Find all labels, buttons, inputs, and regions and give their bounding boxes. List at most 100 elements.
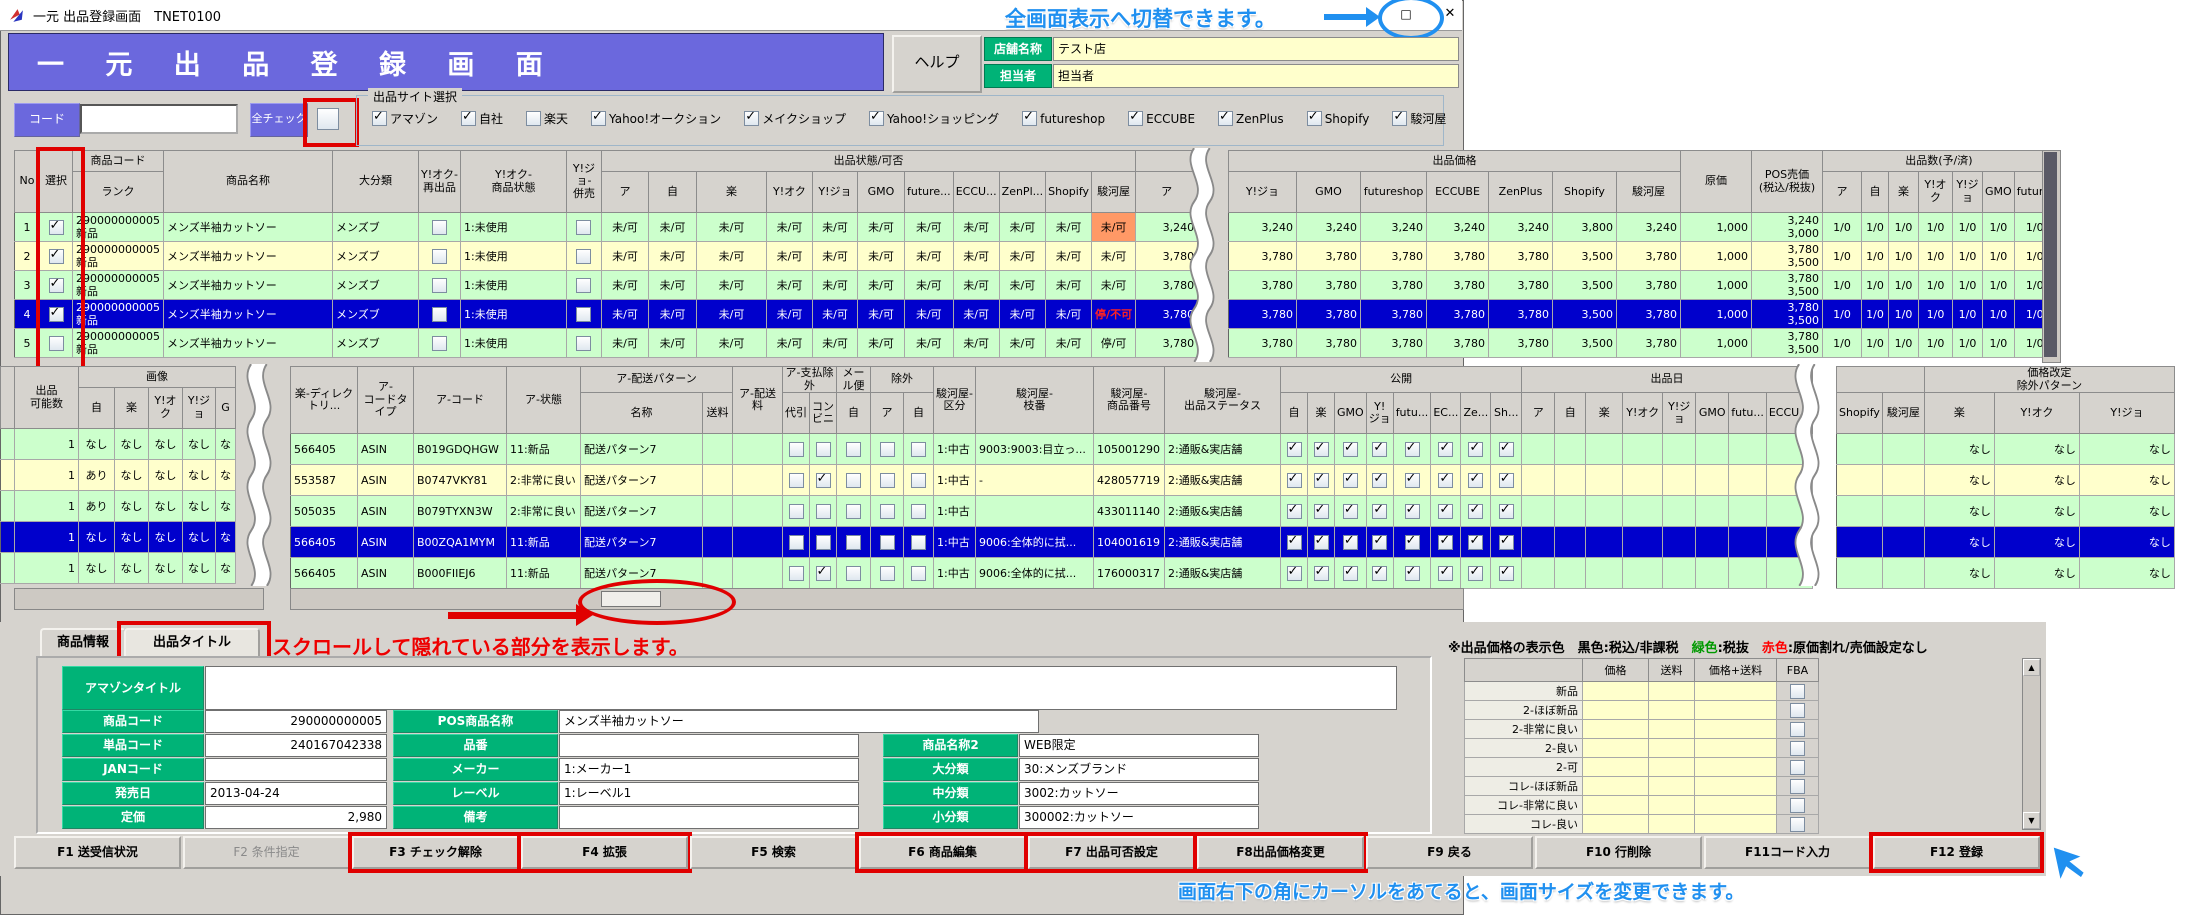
checkbox[interactable] [1499,535,1514,550]
checkbox[interactable] [880,535,895,550]
checkbox[interactable] [1372,566,1387,581]
site-checkbox-item[interactable]: 駿河屋 [1392,110,1446,127]
cell[interactable] [1649,796,1695,815]
site-checkbox-item[interactable]: futureshop [1022,111,1105,126]
checkbox[interactable] [1314,535,1329,550]
checkbox[interactable] [846,504,861,519]
form-field[interactable]: メンズ半袖カットソー [559,710,1039,733]
checkbox[interactable] [789,535,804,550]
tab-product-info[interactable]: 商品情報 [40,628,126,658]
site-checkbox-item[interactable]: Yahoo!オークション [591,110,721,127]
cell[interactable] [1695,796,1777,815]
fkey-button-12[interactable]: F12 登録 [1873,836,2040,869]
checkbox[interactable] [432,336,447,351]
checkbox[interactable] [1314,473,1329,488]
checkbox[interactable] [576,220,591,235]
checkbox[interactable] [1499,566,1514,581]
checkbox[interactable] [789,566,804,581]
horizontal-scrollbar[interactable] [14,588,264,610]
site-checkbox-item[interactable]: 自社 [461,110,503,127]
fba-checkbox[interactable] [1790,741,1805,756]
cell[interactable] [1583,682,1649,701]
checkbox[interactable] [1405,504,1420,519]
checkbox[interactable] [1372,473,1387,488]
checkbox[interactable] [846,535,861,550]
fba-checkbox[interactable] [1790,684,1805,699]
table-row[interactable]: 566405ASINB019GDQHGW11:新品配送パターン71:中古9003… [291,434,1813,465]
checkbox[interactable] [1499,473,1514,488]
form-field[interactable]: 1:メーカー1 [559,758,859,781]
checkbox[interactable] [432,307,447,322]
checkbox[interactable] [911,442,926,457]
code-button[interactable]: コード [14,103,80,137]
checkbox[interactable] [1405,442,1420,457]
checkbox[interactable] [1468,566,1483,581]
table-row[interactable]: なしなしなし [1837,527,2175,558]
checkbox[interactable] [1314,504,1329,519]
fba-checkbox[interactable] [1790,798,1805,813]
cell[interactable] [1583,758,1649,777]
cell[interactable] [1695,739,1777,758]
cell[interactable] [1583,720,1649,739]
checkbox[interactable] [816,535,831,550]
table-row[interactable]: 3290000000005新品メンズ半袖カットソーメンズブ1:未使用未/可未/可… [15,271,1198,300]
cell[interactable] [1649,682,1695,701]
cell[interactable] [1583,739,1649,758]
cell[interactable] [1695,701,1777,720]
form-field[interactable]: 290000000005 [205,710,387,733]
fba-checkbox[interactable] [1790,779,1805,794]
checkbox[interactable] [1287,566,1302,581]
fkey-button-5[interactable]: F5 検索 [690,836,857,869]
checkbox[interactable] [576,307,591,322]
cell[interactable] [1695,777,1777,796]
help-button[interactable]: ヘルプ [892,35,982,93]
checkbox[interactable] [816,442,831,457]
cell[interactable] [1695,815,1777,834]
scrollbar-thumb[interactable] [2044,152,2057,357]
cell[interactable] [1649,777,1695,796]
cell[interactable] [1583,701,1649,720]
checkbox[interactable] [461,111,476,126]
fkey-button-11[interactable]: F11コード入力 [1704,836,1871,869]
site-checkbox-item[interactable]: ZenPlus [1218,111,1284,126]
checkbox[interactable] [1438,473,1453,488]
horizontal-scrollbar[interactable] [290,588,1464,610]
table-row[interactable]: 5290000000005新品メンズ半袖カットソーメンズブ1:未使用未/可未/可… [15,329,1198,358]
checkbox[interactable] [911,566,926,581]
table-row[interactable]: 2290000000005新品メンズ半袖カットソーメンズブ1:未使用未/可未/可… [15,242,1198,271]
table-row[interactable]: 3,7803,7803,7803,7803,7803,5003,7801,000… [1229,300,2056,329]
checkbox[interactable] [1405,566,1420,581]
table-row[interactable]: 566405ASINB000FIIEJ611:新品配送パターン71:中古9006… [291,558,1813,589]
checkbox[interactable] [1287,535,1302,550]
checkbox[interactable] [1343,504,1358,519]
checkbox[interactable] [789,442,804,457]
price-grid-vertical-scrollbar[interactable]: ▲ ▼ [2022,658,2041,830]
checkbox[interactable] [1314,566,1329,581]
checkbox[interactable] [1314,442,1329,457]
checkbox[interactable] [816,504,831,519]
checkbox[interactable] [911,473,926,488]
checkbox[interactable] [1468,504,1483,519]
fba-checkbox[interactable] [1790,703,1805,718]
checkbox[interactable] [1438,566,1453,581]
fba-checkbox[interactable] [1790,722,1805,737]
checkbox[interactable] [1438,504,1453,519]
table-row[interactable]: 1ありなしなしなしな [1,491,236,522]
checkbox[interactable] [789,473,804,488]
checkbox[interactable] [526,111,541,126]
checkbox[interactable] [816,473,831,488]
checkbox[interactable] [1372,442,1387,457]
site-checkbox-item[interactable]: アマゾン [372,110,438,127]
table-row[interactable]: 1なしなしなしなしな [1,553,236,584]
form-field[interactable]: WEB限定 [1019,734,1259,757]
scroll-down-icon[interactable]: ▼ [2023,812,2040,829]
fkey-button-2[interactable]: F2 条件指定 [183,836,350,869]
site-checkbox-item[interactable]: ECCUBE [1128,111,1195,126]
fkey-button-3[interactable]: F3 チェック解除 [352,836,519,869]
checkbox[interactable] [372,111,387,126]
checkbox[interactable] [1343,566,1358,581]
cell[interactable] [1649,701,1695,720]
table-row[interactable]: なしなしなし [1837,558,2175,589]
cell[interactable] [1649,720,1695,739]
checkbox[interactable] [1405,535,1420,550]
